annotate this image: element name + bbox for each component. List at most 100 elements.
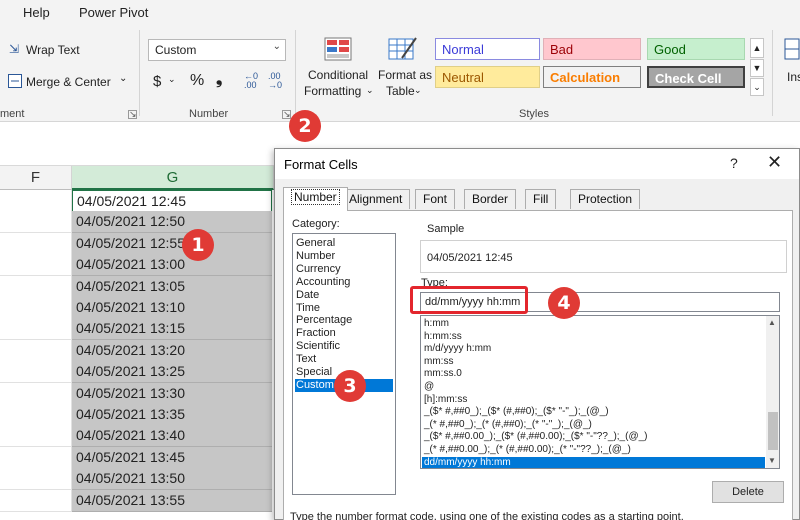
cell-g[interactable]: 04/05/2021 13:25 [72, 361, 272, 384]
format-code-item[interactable]: _($* #,##0_);_($* (#,##0);_($* "-"_);_(@… [424, 406, 764, 418]
insert-button[interactable]: Ins [782, 36, 800, 96]
tab-number[interactable]: Number [283, 187, 348, 211]
category-item[interactable]: Accounting [295, 276, 393, 289]
cell-f[interactable] [0, 446, 72, 469]
tab-power-pivot[interactable]: Power Pivot [79, 5, 148, 20]
styles-group-label: Styles [519, 108, 549, 120]
cell-g[interactable]: 04/05/2021 13:10 [72, 297, 272, 319]
category-item[interactable]: Fraction [295, 327, 393, 340]
cell-g[interactable]: 04/05/2021 13:55 [72, 489, 272, 512]
cell-f[interactable] [0, 468, 72, 491]
conditional-formatting-button[interactable]: Conditional Formatting ⌄ [300, 34, 376, 102]
styles-scroll-down[interactable]: ▼ [750, 59, 764, 77]
format-code-item[interactable]: @ [424, 381, 764, 393]
cell-f[interactable] [0, 489, 72, 512]
cell-g[interactable]: 04/05/2021 13:40 [72, 425, 272, 448]
styles-scroll-up[interactable]: ▲ [750, 38, 764, 58]
number-format-select[interactable]: Custom ⌄ [148, 39, 286, 61]
cell-g[interactable]: 04/05/2021 13:35 [72, 404, 272, 426]
format-code-list[interactable]: h:mm h:mm:ss m/d/yyyy h:mm mm:ss mm:ss.0 @ [h]… [420, 315, 780, 469]
column-header-g[interactable]: G [72, 166, 274, 190]
number-dialog-launcher-icon[interactable]: ↘ [282, 110, 291, 119]
cell-f[interactable] [0, 297, 72, 319]
currency-icon[interactable]: $ [153, 73, 161, 90]
tab-alignment[interactable]: Alignment [341, 189, 411, 209]
format-code-item[interactable]: m/d/yyyy h:mm [424, 343, 764, 355]
cell-f[interactable] [0, 361, 72, 384]
category-item[interactable]: General [295, 237, 393, 250]
category-item[interactable]: Text [295, 353, 393, 366]
cell-f[interactable] [0, 275, 72, 298]
cell-g[interactable]: 04/05/2021 12:45 [72, 190, 272, 212]
cell-f[interactable] [0, 382, 72, 405]
comma-style-icon[interactable]: ❟ [216, 71, 222, 89]
tab-help[interactable]: Help [23, 5, 50, 20]
close-button[interactable]: ✕ [767, 152, 782, 173]
tab-font[interactable]: Font [415, 189, 456, 209]
format-code-item[interactable]: dd/mm/yyyy hh:mm [422, 456, 765, 468]
format-code-item[interactable]: _(* #,##0.00_);_(* (#,##0.00);_(* "-"??_… [424, 444, 764, 456]
increase-decimal-icon[interactable]: ←0.00 [244, 72, 258, 90]
help-button[interactable]: ? [730, 155, 738, 171]
cell-g[interactable]: 04/05/2021 12:55 [72, 232, 272, 255]
scroll-up-icon[interactable]: ▲ [768, 318, 776, 327]
scrollbar-thumb[interactable] [768, 412, 778, 450]
cell-g[interactable]: 04/05/2021 13:50 [72, 468, 272, 491]
cell-g[interactable]: 04/05/2021 13:20 [72, 339, 272, 362]
format-list-scrollbar[interactable]: ▲ ▼ [766, 316, 779, 468]
cell-f[interactable] [0, 425, 72, 448]
style-normal-label: Normal [442, 42, 484, 57]
format-as-table-button[interactable]: Format as Table ⌄ [376, 34, 432, 102]
cell-f[interactable] [0, 318, 72, 341]
category-item[interactable]: Currency [295, 263, 393, 276]
category-item[interactable]: Number [295, 250, 393, 263]
style-check-cell[interactable]: Check Cell [647, 66, 745, 88]
style-bad[interactable]: Bad [543, 38, 641, 60]
cell-g[interactable]: 04/05/2021 13:45 [72, 446, 272, 469]
delete-button[interactable]: Delete [712, 481, 784, 503]
styles-more[interactable]: ⌄ [750, 78, 764, 96]
callout-badge-2: 2 [289, 110, 321, 142]
cell-g[interactable]: 04/05/2021 13:30 [72, 382, 272, 405]
tab-fill[interactable]: Fill [525, 189, 557, 209]
tab-border[interactable]: Border [464, 189, 517, 209]
cell-f[interactable] [0, 339, 72, 362]
dialog-launcher-icon[interactable]: ↘ [128, 110, 137, 119]
decrease-decimal-icon[interactable]: .00 →0 [268, 72, 282, 90]
merge-center-button[interactable]: Merge & Center ⌄ [6, 71, 131, 91]
scroll-down-icon[interactable]: ▼ [768, 456, 776, 465]
cell-g[interactable]: 04/05/2021 12:50 [72, 211, 272, 234]
cell-f[interactable] [0, 211, 72, 234]
tab-protection[interactable]: Protection [570, 189, 641, 209]
format-code-item[interactable]: h:mm:ss [424, 331, 764, 343]
format-code-item[interactable]: mm:ss [424, 356, 764, 368]
table-row: 04/05/2021 13:05 [0, 275, 272, 298]
cell-f[interactable] [0, 254, 72, 277]
cell-g[interactable]: 04/05/2021 13:15 [72, 318, 272, 341]
style-calculation[interactable]: Calculation [543, 66, 641, 88]
category-item[interactable]: Date [295, 289, 393, 302]
style-normal[interactable]: Normal [435, 38, 540, 60]
category-item[interactable]: Scientific [295, 340, 393, 353]
category-item[interactable]: Percentage [295, 314, 393, 327]
cell-f[interactable] [0, 232, 72, 255]
format-code-item[interactable]: [h]:mm:ss [424, 394, 764, 406]
format-code-item[interactable]: mm:ss.0 [424, 368, 764, 380]
wrap-text-button[interactable]: ⇲ Wrap Text [6, 40, 131, 60]
format-code-item[interactable]: _(* #,##0_);_(* (#,##0);_(* "-"_);_(@_) [424, 419, 764, 431]
format-code-item[interactable]: h:mm [424, 318, 764, 330]
category-item[interactable]: Time [295, 302, 393, 315]
cell-g[interactable]: 04/05/2021 13:00 [72, 254, 272, 277]
category-list[interactable]: General Number Currency Accounting Date Time P… [292, 233, 396, 495]
column-header-f[interactable]: F [0, 166, 72, 190]
cell-f[interactable] [0, 404, 72, 426]
percent-icon[interactable]: % [190, 72, 204, 90]
style-neutral[interactable]: Neutral [435, 66, 540, 88]
format-code-item[interactable]: _($* #,##0.00_);_($* (#,##0.00);_($* "-"… [424, 431, 764, 443]
cell-g[interactable]: 04/05/2021 13:05 [72, 275, 272, 298]
callout-badge-4: 4 [548, 287, 580, 319]
style-good-label: Good [654, 42, 686, 57]
cell-f[interactable] [0, 190, 72, 212]
style-good[interactable]: Good [647, 38, 745, 60]
chevron-down-icon[interactable]: ⌄ [168, 74, 176, 85]
